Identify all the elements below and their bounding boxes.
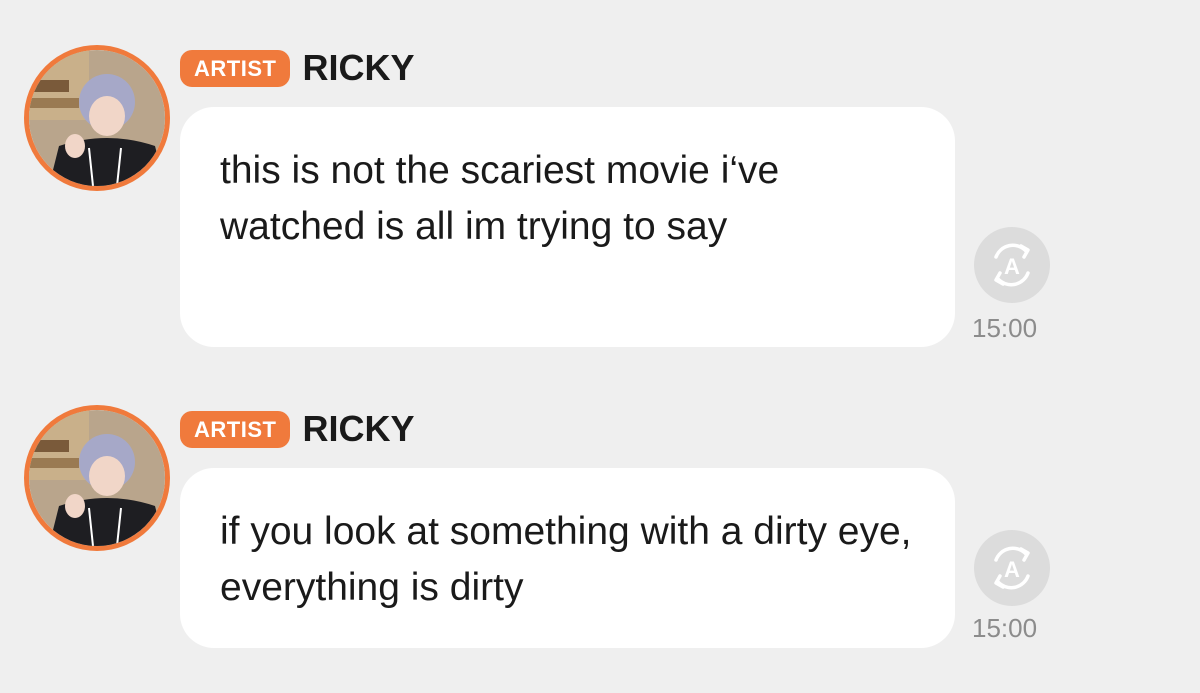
message-bubble[interactable]: if you look at something with a dirty ey… bbox=[180, 468, 955, 648]
sender-name[interactable]: RICKY bbox=[302, 409, 414, 449]
avatar-photo bbox=[29, 410, 165, 546]
message-time: 15:00 bbox=[972, 613, 1038, 643]
message-header: ARTIST RICKY bbox=[180, 407, 414, 451]
message-text: if you look at something with a dirty ey… bbox=[220, 510, 912, 609]
artist-badge: ARTIST bbox=[180, 410, 291, 448]
translate-a-icon: A bbox=[994, 546, 1030, 590]
svg-text:A: A bbox=[1004, 557, 1020, 582]
translate-button[interactable]: A bbox=[974, 530, 1050, 606]
chat-message: ARTIST RICKY if you look at something wi… bbox=[0, 0, 1200, 693]
avatar[interactable] bbox=[24, 405, 170, 551]
